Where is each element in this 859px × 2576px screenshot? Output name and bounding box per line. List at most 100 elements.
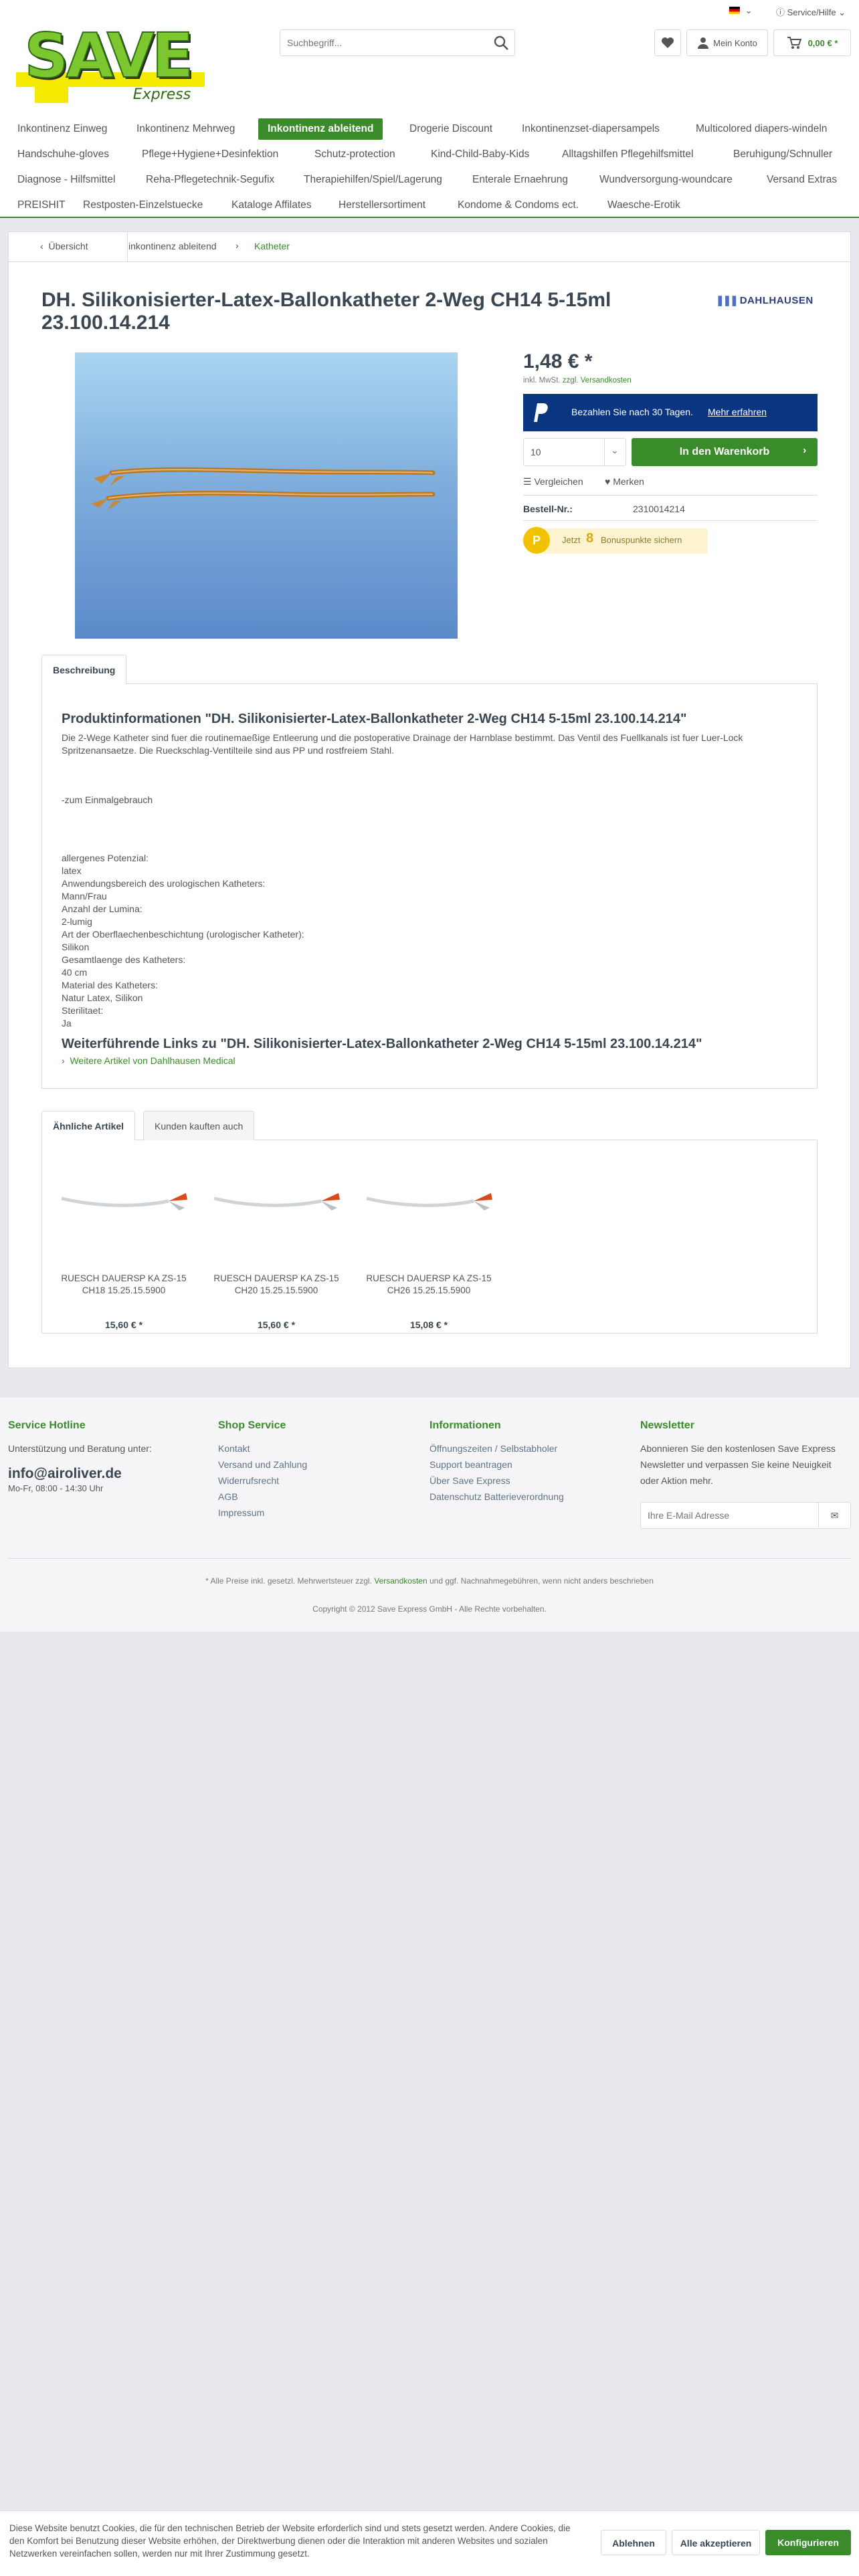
tab-also-bought[interactable]: Kunden kauften auch bbox=[143, 1111, 255, 1140]
footer-link[interactable]: Datenschutz Batterieverordnung bbox=[430, 1489, 624, 1505]
back-link[interactable]: ‹ Übersicht bbox=[40, 241, 88, 251]
nav-divider bbox=[0, 217, 859, 218]
breadcrumb-item-current[interactable]: Katheter bbox=[254, 241, 290, 251]
wishlist-button[interactable]: ♥ Merken bbox=[605, 476, 644, 487]
nav-item[interactable]: Restposten-Einzelstuecke bbox=[80, 195, 205, 216]
list-icon: ☰ bbox=[523, 476, 532, 487]
nav-item[interactable]: Handschuhe-gloves bbox=[15, 144, 112, 165]
language-switcher[interactable]: ⌄ bbox=[729, 5, 753, 16]
nav-item-active[interactable]: Inkontinenz ableitend bbox=[258, 118, 383, 140]
compare-button[interactable]: ☰ Vergleichen bbox=[523, 476, 583, 488]
footer-link[interactable]: Kontakt bbox=[218, 1440, 412, 1457]
newsletter-form: ✉ bbox=[640, 1502, 851, 1529]
chevron-right-icon: › bbox=[62, 1055, 65, 1066]
nav-item[interactable]: Drogerie Discount bbox=[407, 118, 495, 140]
product-title: DH. Silikonisierter-Latex-Ballonkatheter… bbox=[41, 289, 611, 334]
bonus-badge-icon: P bbox=[523, 527, 550, 554]
nav-item[interactable]: Inkontinenzset-diapersampels bbox=[519, 118, 662, 140]
chevron-right-icon: › bbox=[803, 445, 807, 456]
footer-information: Informationen Öffnungszeiten / Selbstabh… bbox=[430, 1419, 624, 1505]
chevron-down-icon: ⌄ bbox=[745, 5, 753, 15]
nav-item[interactable]: Waesche-Erotik bbox=[605, 195, 683, 216]
spec-label: Art der Oberflaechenbeschichtung (urolog… bbox=[62, 929, 304, 940]
newsletter-submit-button[interactable]: ✉ bbox=[818, 1503, 850, 1528]
nav-item[interactable]: Reha-Pflegetechnik-Segufix bbox=[143, 169, 277, 191]
spec-value: Silikon bbox=[62, 942, 90, 952]
footer-link[interactable]: Öffnungszeiten / Selbstabholer bbox=[430, 1440, 624, 1457]
account-button[interactable]: Mein Konto bbox=[686, 29, 768, 56]
nav-item[interactable]: Alltagshilfen Pflegehilfsmittel bbox=[559, 144, 696, 165]
footer-link[interactable]: Widerrufsrecht bbox=[218, 1473, 412, 1489]
tab-description[interactable]: Beschreibung bbox=[41, 655, 127, 684]
cookie-decline-button[interactable]: Ablehnen bbox=[601, 2530, 666, 2555]
footer-heading: Service Hotline bbox=[8, 1420, 86, 1431]
add-to-cart-button[interactable]: In den Warenkorb › bbox=[632, 438, 818, 466]
tab-similar[interactable]: Ähnliche Artikel bbox=[41, 1111, 136, 1140]
footer-link[interactable]: Support beantragen bbox=[430, 1457, 624, 1473]
manufacturer-articles-link[interactable]: › Weitere Artikel von Dahlhausen Medical bbox=[62, 1055, 235, 1066]
svg-text:Express: Express bbox=[133, 86, 191, 103]
nav-item[interactable]: Enterale Ernaehrung bbox=[470, 169, 571, 191]
cookie-configure-button[interactable]: Konfigurieren bbox=[765, 2530, 851, 2555]
svg-text:SAVE: SAVE bbox=[24, 29, 191, 92]
price-note: * Alle Preise inkl. gesetzl. Mehrwertste… bbox=[205, 1576, 654, 1586]
breadcrumb-item[interactable]: inkontinenz ableitend bbox=[128, 241, 217, 251]
save-express-logo[interactable]: SAVE SAVE Express bbox=[16, 29, 205, 103]
help-icon: ⓘ bbox=[776, 7, 785, 17]
nav-item[interactable]: Herstellersortiment bbox=[336, 195, 428, 216]
description-intro: Die 2-Wege Katheter sind fuer die routin… bbox=[62, 732, 743, 756]
nav-item[interactable]: PREISHIT bbox=[15, 195, 68, 216]
cart-button[interactable]: 0,00 € * bbox=[773, 29, 851, 56]
shipping-cost-link[interactable]: zzgl. Versandkosten bbox=[563, 377, 632, 385]
newsletter-email-input[interactable] bbox=[641, 1503, 808, 1528]
wishlist-header-button[interactable] bbox=[654, 29, 681, 56]
product-card-price: 15,60 € * bbox=[257, 1319, 296, 1330]
spec-value: Ja bbox=[62, 1018, 72, 1029]
nav-item[interactable]: Pflege+Hygiene+Desinfektion bbox=[139, 144, 281, 165]
spec-label: Sterilitaet: bbox=[62, 1005, 104, 1016]
divider bbox=[8, 1558, 851, 1559]
footer-link[interactable]: Über Save Express bbox=[430, 1473, 624, 1489]
footer-heading: Newsletter bbox=[640, 1420, 694, 1431]
hotline-email-link[interactable]: info@airoliver.de bbox=[8, 1466, 202, 1482]
heart-icon bbox=[662, 37, 674, 48]
footer-link[interactable]: Versand und Zahlung bbox=[218, 1457, 412, 1473]
nav-item[interactable]: Beruhigung/Schnuller bbox=[731, 144, 835, 165]
nav-item[interactable]: Diagnose - Hilfsmittel bbox=[15, 169, 118, 191]
nav-item[interactable]: Schutz-protection bbox=[312, 144, 398, 165]
cookie-accept-all-button[interactable]: Alle akzeptieren bbox=[672, 2530, 760, 2555]
spec-label: allergenes Potenzial: bbox=[62, 853, 149, 863]
nav-item[interactable]: Therapiehilfen/Spiel/Lagerung bbox=[301, 169, 445, 191]
service-menu[interactable]: ⓘ Service/Hilfe ⌄ bbox=[776, 5, 846, 18]
chevron-left-icon: ‹ bbox=[40, 241, 43, 251]
nav-item[interactable]: Kataloge Affilates bbox=[229, 195, 314, 216]
product-card[interactable]: RUESCH DAUERSP KA ZS-15 CH26 15.25.15.590… bbox=[360, 1168, 498, 1330]
product-card[interactable]: RUESCH DAUERSP KA ZS-15 CH20 15.25.15.590… bbox=[207, 1168, 345, 1330]
nav-item[interactable]: Inkontinenz Mehrweg bbox=[134, 118, 237, 140]
links-heading: Weiterführende Links zu "DH. Silikonisie… bbox=[62, 1037, 702, 1051]
nav-item[interactable]: Kondome & Condoms ect. bbox=[455, 195, 581, 216]
nav-item[interactable]: Wundversorgung-woundcare bbox=[597, 169, 735, 191]
divider bbox=[523, 495, 818, 496]
footer-newsletter: Newsletter Abonnieren Sie den kostenlose… bbox=[640, 1419, 851, 1529]
manufacturer-logo[interactable]: ❚❚❚ DAHLHAUSEN bbox=[716, 294, 814, 306]
nav-item[interactable]: Versand Extras bbox=[764, 169, 840, 191]
order-number-label: Bestell-Nr.: bbox=[523, 504, 573, 514]
product-card[interactable]: RUESCH DAUERSP KA ZS-15 CH18 15.25.15.590… bbox=[55, 1168, 193, 1330]
paypal-banner[interactable]: Bezahlen Sie nach 30 Tagen. Mehr erfahre… bbox=[523, 394, 818, 431]
breadcrumb: ‹ Übersicht inkontinenz ableitend › Kath… bbox=[8, 231, 851, 262]
product-image[interactable] bbox=[75, 352, 458, 639]
search-input[interactable] bbox=[280, 30, 481, 56]
search-icon[interactable] bbox=[493, 35, 509, 51]
nav-item[interactable]: Kind-Child-Baby-Kids bbox=[428, 144, 532, 165]
shipping-cost-link[interactable]: Versandkosten bbox=[374, 1576, 427, 1586]
footer-hotline: Service Hotline Unterstützung und Beratu… bbox=[8, 1419, 202, 1495]
spec-label: Material des Katheters: bbox=[62, 980, 158, 990]
paypal-learn-more-link[interactable]: Mehr erfahren bbox=[708, 407, 767, 417]
catheter-thumbnail bbox=[366, 1193, 492, 1210]
footer-link[interactable]: Impressum bbox=[218, 1505, 412, 1521]
footer-link[interactable]: AGB bbox=[218, 1489, 412, 1505]
quantity-select[interactable]: 10 ⌄ bbox=[523, 438, 626, 466]
nav-item[interactable]: Inkontinenz Einweg bbox=[15, 118, 110, 140]
nav-item[interactable]: Multicolored diapers-windeln bbox=[693, 118, 830, 140]
